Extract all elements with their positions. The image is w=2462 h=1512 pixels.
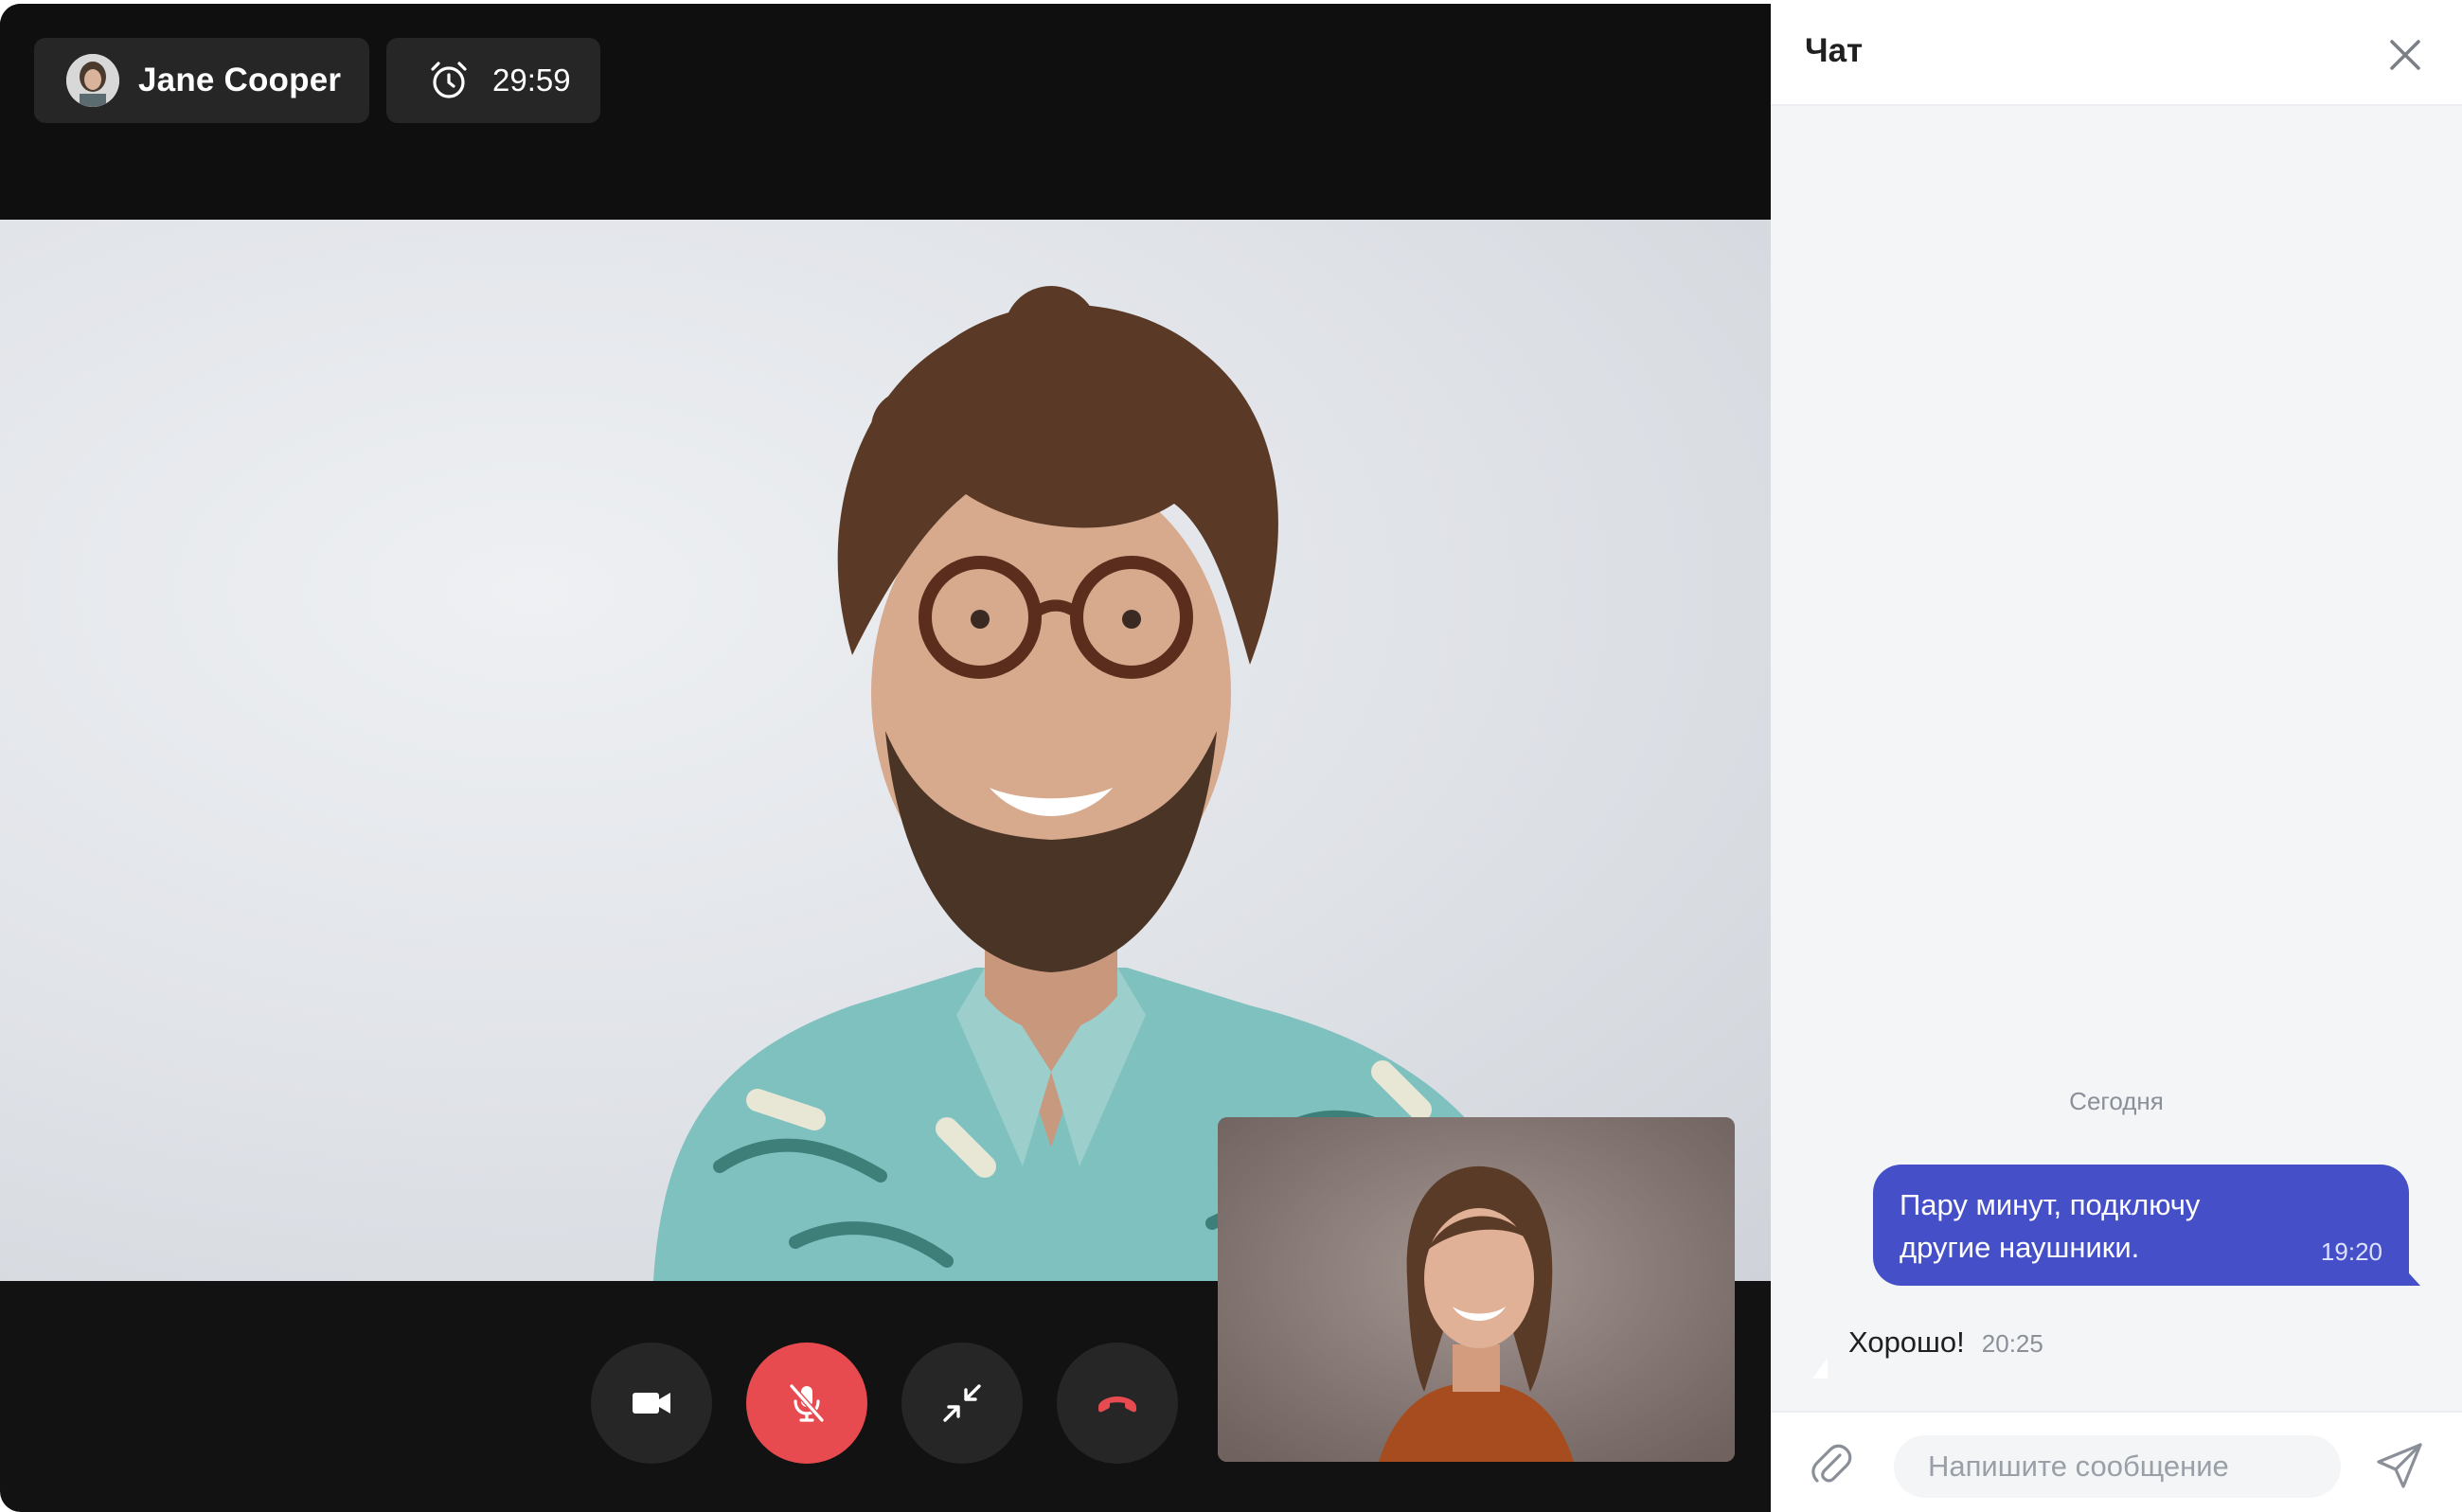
video-call-app: Jane Cooper 29:59 Чат Сегодня Пару минут… <box>0 0 2462 1512</box>
caller-name: Jane Cooper <box>138 62 342 98</box>
alarm-clock-icon <box>431 62 467 98</box>
bubble-tail <box>1812 1358 1828 1379</box>
timer-value: 29:59 <box>492 62 571 98</box>
video-call-area: Jane Cooper 29:59 <box>0 4 1771 1512</box>
message-text: Пару минут, подключу другие наушники. <box>1900 1188 2201 1264</box>
camera-toggle-button[interactable] <box>591 1343 712 1464</box>
chat-header: Чат <box>1771 4 2462 106</box>
date-divider: Сегодня <box>2069 1087 2164 1115</box>
outgoing-message: Пару минут, подключу другие наушники. 19… <box>1873 1165 2409 1286</box>
minimize-video-button[interactable] <box>901 1343 1023 1464</box>
caller-avatar <box>66 54 119 107</box>
call-timer: 29:59 <box>386 38 600 123</box>
message-input[interactable] <box>1894 1435 2341 1498</box>
caller-info: Jane Cooper <box>34 38 369 123</box>
chat-title: Чат <box>1805 32 1864 69</box>
paperclip-icon <box>1811 1444 1852 1483</box>
hang-up-button[interactable] <box>1057 1343 1178 1464</box>
close-icon <box>2390 40 2420 70</box>
chat-input-bar <box>1771 1411 2462 1512</box>
incoming-message: Хорошо! 20:25 <box>1848 1325 2043 1360</box>
send-icon <box>2377 1443 2422 1488</box>
attach-file-button[interactable] <box>1805 1437 1858 1490</box>
close-chat-button[interactable] <box>2377 27 2434 83</box>
message-text: Хорошо! <box>1848 1325 1965 1359</box>
microphone-off-icon <box>789 1383 825 1423</box>
chat-panel: Чат Сегодня Пару минут, подключу другие … <box>1771 4 2462 1512</box>
call-top-bar: Jane Cooper 29:59 <box>0 4 1771 220</box>
message-time: 20:25 <box>1981 1329 2043 1358</box>
self-video-preview[interactable] <box>1218 1117 1735 1462</box>
phone-hangup-icon <box>1098 1396 1136 1413</box>
video-camera-icon <box>633 1393 670 1414</box>
minimize-icon <box>943 1384 981 1422</box>
message-time: 19:20 <box>2320 1237 2382 1266</box>
microphone-toggle-button[interactable] <box>746 1343 867 1464</box>
bubble-tail <box>2400 1263 2420 1286</box>
send-message-button[interactable] <box>2371 1437 2428 1494</box>
